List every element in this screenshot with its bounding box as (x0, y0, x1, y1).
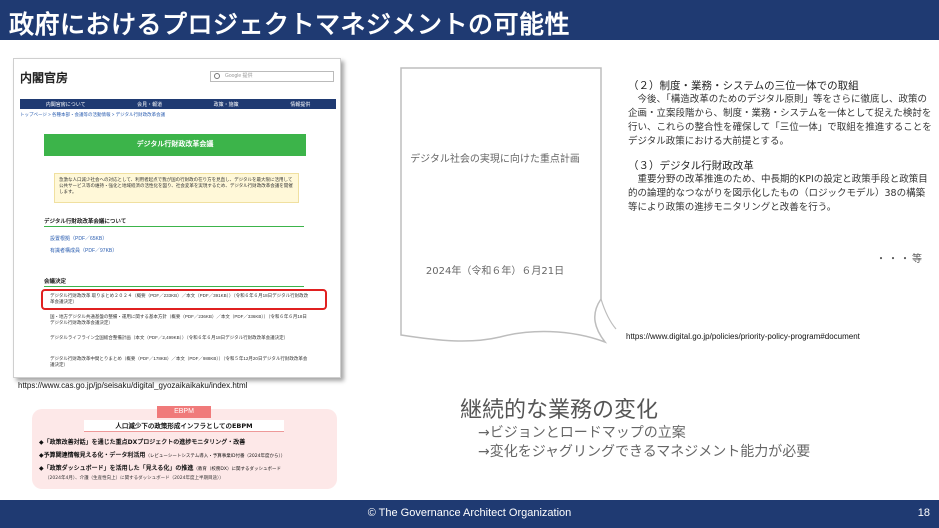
intro-text: 急激な人口減少社会への対応として、利用者起点で我が国の行財政の在り方を見直し、デ… (54, 173, 299, 203)
ebpm-line-text: ◆予算関連情報見える化・データ利活用 (39, 452, 146, 459)
header-bar: 政府におけるプロジェクトマネジメントの可能性 (0, 0, 939, 40)
excerpt-heading: （２）制度・業務・システムの三位一体での取組 (628, 80, 859, 92)
document-date: 2024年（令和６年）６月21日 (425, 266, 565, 277)
site-logo: 内閣官房 (20, 71, 69, 85)
document-title: デジタル社会の実現に向けた重点計画 (410, 154, 580, 165)
ebpm-line: ◆「政策改善対話」を通じた重点DXプロジェクトの進捗モニタリング・改善 (39, 439, 246, 446)
ebpm-line-note: （教育（校務DX）に関するダッシュボード (193, 467, 281, 472)
footer-bar: © The Governance Architect Organization … (0, 500, 939, 528)
highlight-box (41, 289, 327, 310)
excerpt-heading: （３）デジタル行財政改革 (628, 160, 754, 172)
search-icon (214, 73, 220, 79)
search-placeholder: Google 提供 (225, 73, 253, 79)
ebpm-line-text: ◆「政策ダッシュボード」を活用した「見える化」の推進 (39, 465, 194, 472)
cabinet-secretariat-screenshot: 内閣官房 Google 提供 内閣官房について 会見・報道 政策・施策 情報提供… (13, 58, 341, 378)
ebpm-line: ◆「政策ダッシュボード」を活用した「見える化」の推進（教育（校務DX）に関するダ… (39, 463, 281, 472)
document-icon (400, 67, 617, 344)
page-banner: デジタル行財政改革会議 (44, 134, 306, 156)
nav-item[interactable]: 政策・施策 (214, 101, 239, 108)
section-heading: 会議決定 (44, 277, 304, 287)
digital-agency-url[interactable]: https://www.digital.go.jp/policies/prior… (626, 332, 860, 341)
document-link[interactable]: 設置根拠（PDF／65KB） (50, 235, 107, 242)
decision-item[interactable]: 国・地方デジタル共通基盤の整備・運用に関する基本方針（概要（PDF／236KB）… (50, 314, 310, 326)
section-heading: デジタル行財政改革会議について (44, 217, 304, 227)
excerpt-paragraph: 今後、「構造改革のためのデジタル原則」等をさらに徹底し、政策の企画・立案段階から… (628, 94, 932, 147)
breadcrumb[interactable]: トップページ > 各種本部・会議等の活動情報 > デジタル行財政改革会議 (20, 112, 165, 118)
nav-item[interactable]: 内閣官房について (46, 101, 86, 108)
site-nav: 内閣官房について 会見・報道 政策・施策 情報提供 (20, 99, 336, 109)
ebpm-box: EBPM 人口減少下の政策形成インフラとしてのEBPM ◆「政策改善対話」を通じ… (32, 406, 337, 489)
excerpt-paragraph: 重要分野の改革推進のため、中長期的KPIの設定と政策手段と政策目的の論理的なつな… (628, 174, 928, 213)
page-number: 18 (917, 507, 930, 519)
decision-item[interactable]: デジタル行財政改革中間とりまとめ（概要（PDF／178KB）／本文（PDF／98… (50, 356, 310, 368)
slide-title: 政府におけるプロジェクトマネジメントの可能性 (9, 10, 571, 39)
priority-plan-excerpt: （２）制度・業務・システムの三位一体での取組 今後、「構造改革のためのデジタル原… (628, 79, 932, 215)
statement-bullet: →ビジョンとロードマップの立案 (478, 425, 686, 441)
footer-copyright: © The Governance Architect Organization (367, 507, 572, 519)
ebpm-tag: EBPM (157, 406, 211, 418)
statement-title: 継続的な業務の変化 (460, 398, 659, 423)
search-input[interactable]: Google 提供 (210, 71, 334, 82)
screenshot-url[interactable]: https://www.cas.go.jp/jp/seisaku/digital… (18, 381, 247, 390)
statement-bullet: →変化をジャグリングできるマネジメント能力が必要 (478, 444, 811, 460)
nav-item[interactable]: 情報提供 (290, 101, 310, 108)
ebpm-title: 人口減少下の政策形成インフラとしてのEBPM (84, 420, 284, 432)
decision-item[interactable]: デジタルライフライン全国総合整備計画（本文（PDF／2,499KB））（令和６年… (50, 335, 310, 341)
ellipsis-text: ・・・等 (876, 254, 924, 265)
ebpm-line: ◆予算関連情報見える化・データ利活用（レビューシートシステム導入・予算事業ID付… (39, 450, 285, 459)
document-link[interactable]: 有識者構成員（PDF／97KB） (50, 247, 117, 254)
ebpm-line-note: （2024年4月）、介護（生産性向上）に関するダッシュボード（2024年度上半期… (45, 476, 224, 481)
ebpm-line-note: （レビューシートシステム導入・予算事業ID付番（2024年度から）） (145, 454, 286, 459)
nav-item[interactable]: 会見・報道 (137, 101, 162, 108)
